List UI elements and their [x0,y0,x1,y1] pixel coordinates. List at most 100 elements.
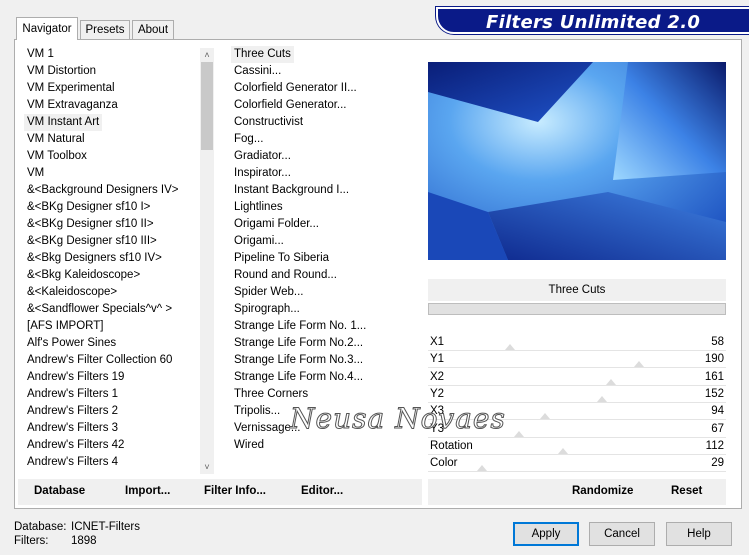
tab-navigator-label: Navigator [22,23,72,35]
tab-presets[interactable]: Presets [80,20,130,39]
filter-item[interactable]: Pipeline To Siberia [231,250,332,267]
category-item[interactable]: Andrew's Filters 42 [24,437,127,454]
filter-item[interactable]: Strange Life Form No. 1... [231,318,369,335]
scroll-down-icon[interactable]: ˅ [202,461,212,473]
filter-item[interactable]: Three Cuts [231,46,294,63]
param-slider-y2[interactable]: Y2 152 [428,386,726,403]
filter-item[interactable]: Fog... [231,131,266,148]
tab-navigator[interactable]: Navigator [16,17,78,40]
filter-item[interactable]: Origami... [231,233,287,250]
slider-thumb[interactable] [513,430,524,437]
selected-filter-name: Three Cuts [428,279,726,301]
reset-button[interactable]: Reset [671,485,702,497]
filter-item[interactable]: Strange Life Form No.2... [231,335,366,352]
filter-item[interactable]: Colorfield Generator II... [231,80,360,97]
filter-item[interactable]: Gradiator... [231,148,294,165]
filter-item[interactable]: Cassini... [231,63,284,80]
slider-track[interactable] [428,471,726,473]
param-value: 112 [705,439,724,452]
cancel-label: Cancel [604,528,640,540]
watermark: Neusa Novaes [290,402,506,436]
filter-item[interactable]: Origami Folder... [231,216,322,233]
category-item[interactable]: VM Instant Art [24,114,103,131]
tab-presets-label: Presets [85,24,125,36]
param-value: 58 [711,336,724,348]
category-item[interactable]: VM [24,165,47,182]
help-button[interactable]: Help [666,522,732,546]
param-slider-x2[interactable]: X2 161 [428,369,726,386]
category-item[interactable]: Andrew's Filters 19 [24,369,127,386]
banner-plate: Filters Unlimited 2.0 [436,7,749,34]
category-item[interactable]: Andrew's Filters 1 [24,386,121,403]
apply-label: Apply [531,528,561,540]
tab-about[interactable]: About [132,20,174,39]
filter-item[interactable]: Round and Round... [231,267,340,284]
filter-item[interactable]: Spirograph... [231,301,303,318]
category-list[interactable]: VM 1 VM Distortion VM Experimental VM Extra… [22,46,200,476]
param-label: Y2 [430,387,445,400]
import-button[interactable]: Import... [125,485,170,497]
category-item[interactable]: &<Kaleidoscope> [24,284,120,301]
scroll-up-icon[interactable]: ˄ [202,49,212,61]
category-item[interactable]: Alf's Power Sines [24,335,119,352]
category-scrollbar[interactable]: ˄ ˅ [200,48,214,474]
filter-item[interactable]: Tripolis... [231,403,283,420]
category-item[interactable]: &<BKg Designer sf10 II> [24,216,157,233]
category-item[interactable]: VM Distortion [24,63,99,80]
category-item[interactable]: VM Natural [24,131,88,148]
param-value: 161 [704,370,724,383]
category-item[interactable]: VM Extravaganza [24,97,121,114]
slider-thumb[interactable] [504,344,515,350]
slider-thumb[interactable] [634,361,645,368]
category-item[interactable]: Andrew's Filter Collection 60 [24,352,175,369]
filter-item[interactable]: Colorfield Generator... [231,97,350,114]
apply-button[interactable]: Apply [513,522,579,546]
progress-bar [428,303,726,315]
param-label: Color [430,457,458,470]
database-value: ICNET-Filters [71,521,140,533]
slider-thumb[interactable] [605,378,616,385]
slider-thumb[interactable] [540,413,551,420]
category-item[interactable]: &<BKg Designer sf10 III> [24,233,160,250]
filter-item[interactable]: Spider Web... [231,284,306,301]
param-value: 67 [711,422,724,435]
category-item[interactable]: [AFS IMPORT] [24,318,106,335]
preview-image [428,62,726,260]
category-item[interactable]: &<Background Designers IV> [24,182,182,199]
category-item[interactable]: &<BKg Designer sf10 I> [24,199,153,216]
editor-button[interactable]: Editor... [301,485,343,497]
filter-item[interactable]: Wired [231,437,267,454]
category-item[interactable]: VM Toolbox [24,148,90,165]
filter-item[interactable]: Three Corners [231,386,311,403]
slider-thumb[interactable] [557,447,568,454]
param-slider-color[interactable]: Color 29 [428,455,726,473]
category-item[interactable]: Andrew's Filters 3 [24,420,121,437]
param-slider-rotation[interactable]: Rotation 112 [428,438,726,455]
banner-title: Filters Unlimited 2.0 [486,12,701,33]
cancel-button[interactable]: Cancel [589,522,655,546]
filter-item[interactable]: Inspirator... [231,165,294,182]
filter-item[interactable]: Strange Life Form No.3... [231,352,366,369]
category-item[interactable]: &<Sandflower Specials^v^ > [24,301,175,318]
param-value: 94 [711,405,724,418]
category-item[interactable]: Andrew's Filters 4 [24,454,121,471]
filter-item[interactable]: Instant Background I... [231,182,352,199]
database-button[interactable]: Database [34,485,85,497]
param-label: X1 [430,336,445,348]
slider-thumb[interactable] [597,395,607,402]
param-slider-y1[interactable]: Y1 190 [428,351,726,369]
filter-item[interactable]: Strange Life Form No.4... [231,369,366,386]
slider-thumb[interactable] [476,465,487,472]
filter-item[interactable]: Lightlines [231,199,286,216]
category-item[interactable]: Andrew's Filters 2 [24,403,121,420]
category-item[interactable]: &<Bkg Kaleidoscope> [24,267,143,284]
category-item[interactable]: VM Experimental [24,80,118,97]
randomize-button[interactable]: Randomize [572,485,633,497]
filter-info-button[interactable]: Filter Info... [204,485,266,497]
scroll-thumb[interactable] [201,62,213,150]
param-value: 190 [704,353,724,366]
category-item[interactable]: &<Bkg Designers sf10 IV> [24,250,165,267]
param-slider-x1[interactable]: X1 58 [428,334,726,351]
category-item[interactable]: VM 1 [24,46,57,63]
filter-item[interactable]: Constructivist [231,114,306,131]
